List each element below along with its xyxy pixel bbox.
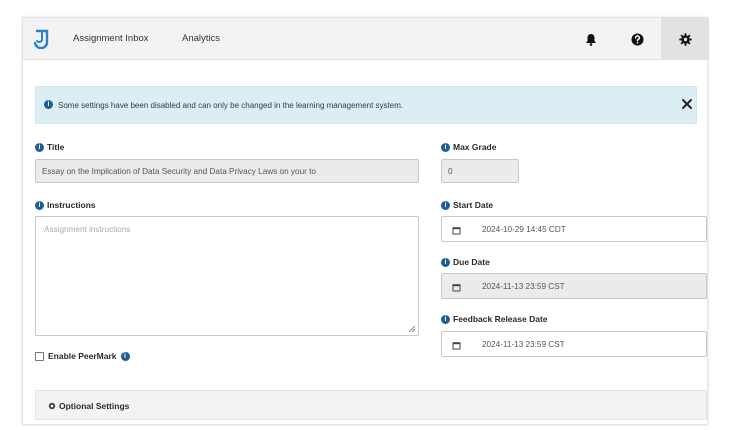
due-date-label: i Due Date: [441, 257, 490, 267]
info-icon[interactable]: i: [35, 200, 44, 210]
settings-button[interactable]: [661, 18, 709, 60]
max-grade-label: i Max Grade: [441, 142, 496, 152]
info-icon[interactable]: i: [120, 351, 130, 361]
info-icon[interactable]: i: [35, 142, 44, 152]
info-icon[interactable]: i: [441, 200, 450, 210]
nav-analytics[interactable]: Analytics: [182, 33, 220, 44]
instructions-label: i Instructions: [35, 200, 96, 210]
optional-settings-panel[interactable]: Optional Settings: [35, 390, 707, 420]
max-grade-field[interactable]: 0: [441, 159, 519, 183]
due-date-label-text: Due Date: [453, 257, 490, 267]
instructions-placeholder: Assignment instructions: [44, 225, 131, 234]
feedback-release-date-field[interactable]: 2024-11-13 23:59 CST: [441, 331, 707, 357]
calendar-icon[interactable]: [442, 274, 470, 298]
instructions-textarea[interactable]: Assignment instructions: [35, 216, 419, 336]
notifications-button[interactable]: [569, 18, 613, 60]
optional-settings-toggle[interactable]: Optional Settings: [48, 401, 129, 411]
calendar-icon[interactable]: [442, 332, 470, 356]
calendar-icon[interactable]: [442, 217, 470, 241]
alert-message: Some settings have been disabled and can…: [58, 101, 404, 110]
bell-icon: [586, 33, 596, 46]
enable-peermark-checkbox[interactable]: [35, 351, 44, 361]
info-icon[interactable]: i: [441, 257, 450, 267]
start-date-value: 2024-10-29 14:45 CDT: [482, 225, 566, 234]
title-label: i Title: [35, 142, 64, 152]
close-icon[interactable]: [681, 98, 693, 110]
assignment-settings-panel: Assignment Inbox Analytics i Some settin…: [22, 17, 709, 425]
due-date-value: 2024-11-13 23:59 CST: [482, 282, 565, 291]
nav-assignment-inbox[interactable]: Assignment Inbox: [73, 33, 149, 44]
due-date-field[interactable]: 2024-11-13 23:59 CST: [441, 273, 707, 299]
help-icon: [631, 33, 643, 45]
gear-icon: [48, 402, 56, 410]
help-button[interactable]: [615, 18, 659, 60]
resize-handle-icon[interactable]: [408, 325, 416, 333]
app-logo-icon[interactable]: [33, 29, 51, 49]
title-field[interactable]: Essay on the Implication of Data Securit…: [35, 159, 419, 183]
start-date-field[interactable]: 2024-10-29 14:45 CDT: [441, 216, 707, 242]
start-date-label-text: Start Date: [453, 200, 494, 210]
feedback-release-date-label-text: Feedback Release Date: [453, 314, 548, 324]
lms-disabled-alert: i Some settings have been disabled and c…: [35, 86, 697, 124]
gear-icon: [678, 32, 692, 46]
enable-peermark-label[interactable]: Enable PeerMark: [48, 351, 117, 361]
instructions-label-text: Instructions: [47, 200, 96, 210]
optional-settings-label: Optional Settings: [59, 401, 130, 411]
feedback-release-date-label: i Feedback Release Date: [441, 314, 548, 324]
top-nav-bar: Assignment Inbox Analytics: [23, 18, 709, 60]
feedback-release-date-value: 2024-11-13 23:59 CST: [482, 340, 565, 349]
start-date-label: i Start Date: [441, 200, 493, 210]
peermark-row: Enable PeerMark i: [35, 351, 130, 361]
info-icon[interactable]: i: [441, 314, 450, 324]
max-grade-label-text: Max Grade: [453, 142, 497, 152]
info-icon: i: [44, 100, 53, 109]
info-icon[interactable]: i: [441, 142, 450, 152]
title-label-text: Title: [47, 142, 65, 152]
